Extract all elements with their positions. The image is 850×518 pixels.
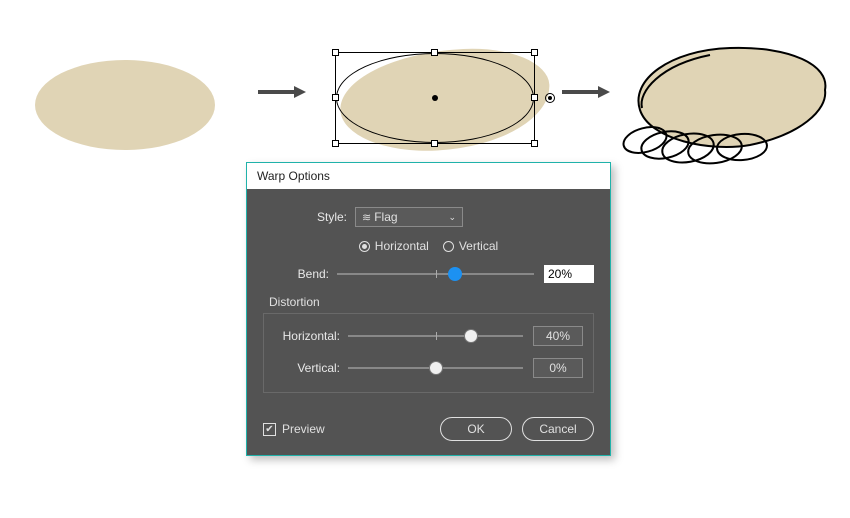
dialog-title: Warp Options [257,169,330,183]
radio-on-icon [359,241,370,252]
bend-slider[interactable] [337,273,534,275]
dist-h-slider[interactable] [348,335,523,337]
preview-checkbox[interactable]: ✔ Preview [263,422,325,436]
handle-ml[interactable] [332,94,339,101]
flag-style-icon: ≋ [362,211,371,224]
radio-label: Horizontal [375,239,429,253]
dist-h-input[interactable]: 40% [533,326,583,346]
handle-bl[interactable] [332,140,339,147]
illustration-stage [0,10,850,160]
style-dropdown[interactable]: ≋ Flag ⌄ [355,207,463,227]
bend-label: Bend: [263,267,337,281]
handle-tl[interactable] [332,49,339,56]
warp-options-dialog: Warp Options Style: ≋ Flag ⌄ Horizontal [246,162,611,456]
slider-thumb[interactable] [464,329,478,343]
arrow-head-icon [294,86,306,98]
reference-point-icon[interactable] [545,93,555,103]
ok-button[interactable]: OK [440,417,512,441]
distortion-group: Horizontal: 40% Vertical: 0% [263,313,594,393]
chevron-down-icon: ⌄ [448,212,456,223]
radio-off-icon [443,241,454,252]
dist-h-label: Horizontal: [274,329,348,343]
handle-mr[interactable] [531,94,538,101]
step1-ellipse [35,60,215,150]
dialog-titlebar[interactable]: Warp Options [247,163,610,189]
slider-thumb[interactable] [429,361,443,375]
orientation-vertical-radio[interactable]: Vertical [443,239,498,253]
arrow-head-icon [598,86,610,98]
slider-thumb[interactable] [448,267,462,281]
orientation-horizontal-radio[interactable]: Horizontal [359,239,429,253]
style-value: Flag [374,210,397,224]
dist-v-label: Vertical: [274,361,348,375]
preview-label: Preview [282,422,325,436]
handle-br[interactable] [531,140,538,147]
check-icon: ✔ [263,423,276,436]
dist-v-input[interactable]: 0% [533,358,583,378]
bend-input[interactable]: 20% [544,265,594,283]
arrow-icon [258,90,294,94]
handle-tr[interactable] [531,49,538,56]
radio-label: Vertical [459,239,498,253]
slider-center-tick [436,270,437,278]
style-label: Style: [281,210,355,224]
step3-result-drawing [610,30,840,170]
arrow-icon [562,90,598,94]
handle-tc[interactable] [431,49,438,56]
bounding-box[interactable] [335,52,535,144]
cancel-button[interactable]: Cancel [522,417,594,441]
dialog-body: Style: ≋ Flag ⌄ Horizontal Vertical [247,189,610,455]
center-point[interactable] [432,95,438,101]
dist-v-slider[interactable] [348,367,523,369]
distortion-section-label: Distortion [263,295,594,309]
slider-center-tick [436,332,437,340]
handle-bc[interactable] [431,140,438,147]
